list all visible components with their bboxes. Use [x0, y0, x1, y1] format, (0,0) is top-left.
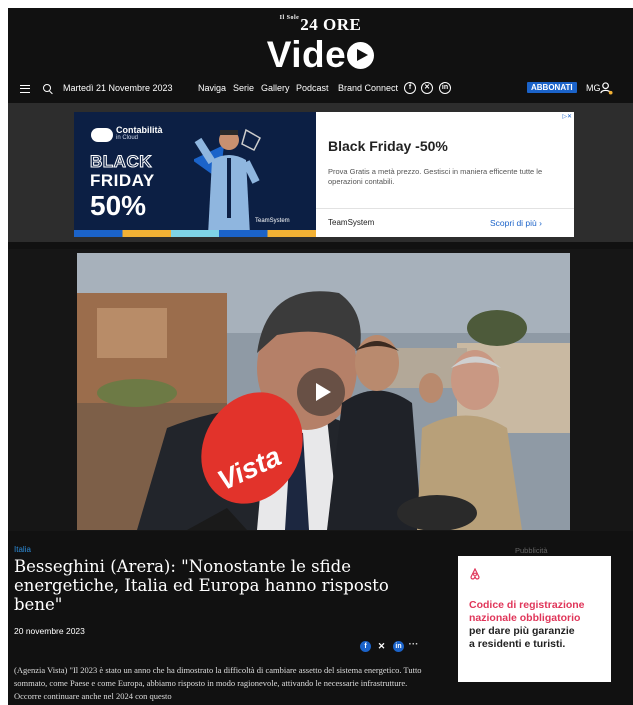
ad-cta-link[interactable]: Scopri di più ›: [490, 218, 542, 228]
cloud-icon: [91, 128, 113, 142]
page: Il Sole24 ORE Vide Martedì 21 Novembre 2…: [8, 8, 633, 705]
ad-divider: [316, 208, 574, 209]
ad-friday: FRIDAY: [90, 171, 155, 190]
teamsystem-logo: TeamSystem: [255, 218, 290, 224]
play-o-icon: [347, 42, 375, 69]
video-player[interactable]: Vista: [77, 253, 570, 530]
video-logo-text: Vide: [266, 34, 347, 75]
ad-black: BLACK: [90, 152, 153, 172]
ad-label: Pubblicità: [515, 546, 548, 555]
nav-item-gallery[interactable]: Gallery: [261, 83, 290, 93]
ad-person-image: [194, 128, 261, 235]
nav-item-brand-connect[interactable]: Brand Connect: [338, 83, 398, 93]
video-play-button[interactable]: [297, 368, 345, 416]
side-ad-line2: nazionale obbligatorio: [469, 612, 581, 624]
side-ad-line3: per dare più garanzie: [469, 625, 575, 637]
top-nav: Martedì 21 Novembre 2023 Naviga Serie Ga…: [8, 80, 633, 98]
share-facebook-icon[interactable]: f: [360, 641, 371, 652]
video-logo[interactable]: Vide: [8, 34, 633, 76]
video-area: Vista: [8, 249, 633, 531]
ad-company: TeamSystem: [328, 218, 375, 227]
menu-icon[interactable]: [20, 85, 30, 93]
side-ad-line1: Codice di registrazione: [469, 599, 585, 611]
abbonati-button[interactable]: ABBONATI: [527, 82, 577, 93]
ad-title[interactable]: Black Friday -50%: [328, 138, 448, 154]
side-ad-line4: a residenti e turisti.: [469, 638, 566, 650]
share-linkedin-icon[interactable]: in: [393, 641, 404, 652]
article-category[interactable]: Italia: [14, 545, 31, 554]
facebook-icon[interactable]: f: [404, 82, 416, 94]
ad-band: Contabilità in Cloud BLACK FRIDAY 50% Tea…: [8, 103, 633, 242]
user-initials[interactable]: MG: [586, 83, 601, 93]
side-ad[interactable]: Codice di registrazione nazionale obblig…: [458, 556, 611, 682]
airbnb-icon: [470, 568, 480, 580]
article-date: 20 novembre 2023: [14, 626, 85, 636]
ad-banner[interactable]: Contabilità in Cloud BLACK FRIDAY 50% Tea…: [74, 112, 574, 237]
more-share-icon[interactable]: ···: [408, 640, 419, 652]
ad-choices-icon[interactable]: ▷✕: [562, 113, 572, 120]
search-icon[interactable]: [43, 84, 51, 92]
user-icon[interactable]: [600, 82, 613, 95]
share-x-icon[interactable]: ✕: [376, 641, 387, 652]
article-title: Besseghini (Arera): "Nonostante le sfide…: [14, 557, 389, 614]
nav-item-podcast[interactable]: Podcast: [296, 83, 329, 93]
ad-percent: 50%: [90, 190, 147, 221]
ad-color-strip: [74, 230, 316, 237]
sole24ore-logo[interactable]: Il Sole24 ORE: [8, 15, 633, 35]
logo-text: 24 ORE: [300, 15, 362, 34]
current-date: Martedì 21 Novembre 2023: [63, 83, 173, 93]
nav-item-naviga[interactable]: Naviga: [198, 83, 226, 93]
article-body: (Agenzia Vista) "Il 2023 è stato un anno…: [14, 665, 422, 701]
ad-description: Prova Gratis a metà prezzo. Gestisci in …: [328, 167, 543, 186]
logo-prefix: Il Sole: [279, 15, 300, 21]
nav-item-serie[interactable]: Serie: [233, 83, 254, 93]
x-icon[interactable]: ✕: [421, 82, 433, 94]
linkedin-icon[interactable]: in: [439, 82, 451, 94]
ad-creative[interactable]: Contabilità in Cloud BLACK FRIDAY 50% Tea…: [74, 112, 316, 237]
chevron-right-icon: ›: [539, 218, 542, 228]
ad-brand: Contabilità in Cloud: [116, 125, 163, 141]
